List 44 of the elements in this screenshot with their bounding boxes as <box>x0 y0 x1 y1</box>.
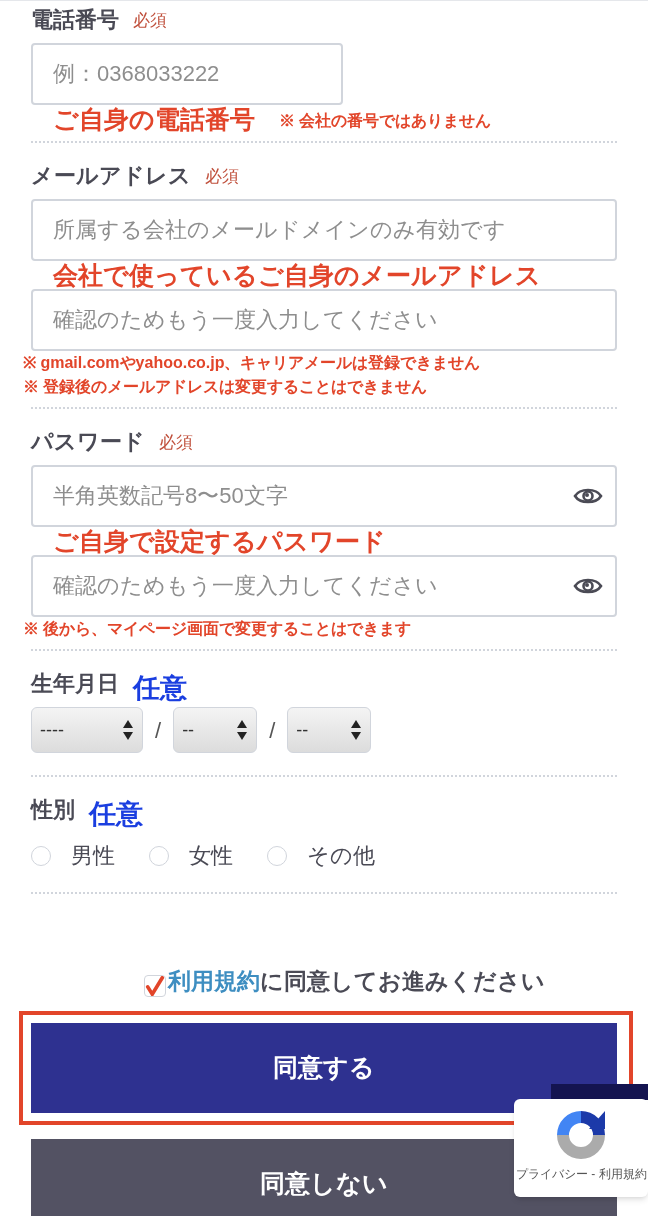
annotation-note: ※ 後から、マイページ画面で変更することはできます <box>23 619 413 639</box>
annotation-text: 会社で使っているご自身のメールアドレス <box>53 261 541 289</box>
annotation-note: ※ 会社の番号ではありません <box>279 111 492 131</box>
radio-button[interactable] <box>31 845 51 866</box>
radio-label: 男性 <box>71 842 115 870</box>
checkbox[interactable] <box>143 974 166 997</box>
radio-label: 女性 <box>189 842 233 870</box>
select-dropdown[interactable]: -- <box>287 707 372 753</box>
required-label: 必須 <box>205 165 239 188</box>
input-field[interactable]: 所属する会社のメールドメインのみ有効です <box>31 199 617 261</box>
optional-label: 任意 <box>89 798 143 831</box>
date-separator: / <box>269 716 276 745</box>
annotation-note: ※ gmail.comやyahoo.co.jp、キャリアメールは登録できません <box>23 353 482 373</box>
select-dropdown[interactable]: ---- <box>31 707 143 753</box>
annotation-note: ※ 登録後のメールアドレスは変更することはできません <box>23 377 429 397</box>
field-label: パスワード <box>31 428 145 456</box>
optional-label: 任意 <box>133 672 187 705</box>
updown-arrow-icon <box>122 719 134 741</box>
recaptcha-popup[interactable]: プライバシー - 利用規約 <box>514 1099 648 1197</box>
input-field[interactable]: 確認のためもう一度入力してください <box>31 289 617 351</box>
radio-button[interactable] <box>149 845 169 866</box>
input-field[interactable]: 半角英数記号8〜50文字 <box>31 465 617 527</box>
field-label: メールアドレス <box>31 162 191 190</box>
date-separator: / <box>155 716 162 745</box>
select-dropdown[interactable]: -- <box>173 707 258 753</box>
select-value: -- <box>296 718 309 742</box>
select-value: -- <box>182 718 195 742</box>
agree-button[interactable]: 同意する <box>31 1022 617 1113</box>
annotation-text: ご自身の電話番号 <box>53 105 255 133</box>
terms-link[interactable]: 利用規約 <box>167 964 260 999</box>
updown-arrow-icon <box>350 719 363 741</box>
radio-label: その他 <box>307 842 375 870</box>
annotation-text: ご自身で設定するパスワード <box>53 527 386 555</box>
field-label: 性別 <box>31 796 75 824</box>
required-label: 必須 <box>133 9 167 32</box>
radio-button[interactable] <box>267 845 287 866</box>
updown-arrow-icon <box>236 719 249 741</box>
input-field[interactable]: 例：0368033222 <box>31 43 343 105</box>
field-label: 電話番号 <box>31 6 119 34</box>
required-label: 必須 <box>159 431 193 454</box>
field-label: 生年月日 <box>31 670 119 698</box>
select-value: ---- <box>40 718 64 742</box>
input-field[interactable]: 確認のためもう一度入力してください <box>31 555 617 617</box>
terms-text: に同意してお進みください <box>259 967 545 996</box>
